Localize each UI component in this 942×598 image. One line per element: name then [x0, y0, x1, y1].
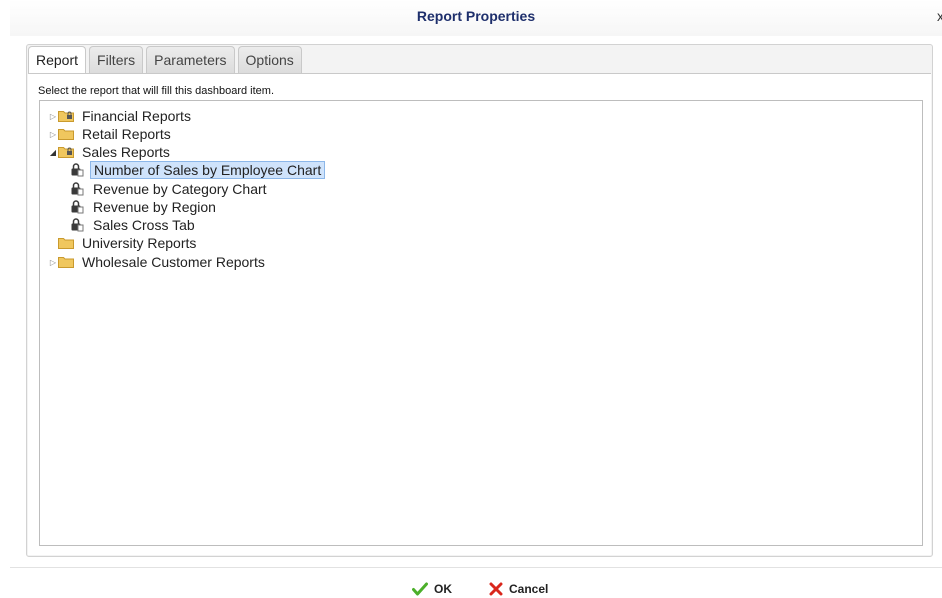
folder-icon: [58, 237, 74, 249]
locked-folder-icon: [58, 110, 74, 122]
tab-filters[interactable]: Filters: [89, 46, 144, 73]
report-properties-dialog: Report Properties x Report Filters Param…: [0, 0, 942, 598]
folder-icon: [58, 256, 74, 268]
tree-item-label: University Reports: [82, 235, 197, 251]
tree-report-revenue-by-category-chart[interactable]: Revenue by Category Chart: [70, 180, 270, 198]
tree-item-label: Revenue by Category Chart: [93, 181, 267, 197]
locked-folder-icon: [58, 146, 74, 158]
report-tree: ▷ Financial Reports ▷ Retail Reports ◢ S…: [39, 100, 923, 546]
collapse-arrow-icon[interactable]: ◢: [48, 148, 58, 157]
tree-item-label: Retail Reports: [82, 126, 171, 142]
cancel-button[interactable]: Cancel: [489, 582, 548, 596]
properties-panel: Report Filters Parameters Options Select…: [26, 44, 933, 557]
tree-folder-financial-reports[interactable]: ▷ Financial Reports: [48, 107, 194, 125]
close-icon[interactable]: x: [937, 8, 942, 24]
x-icon: [489, 582, 503, 596]
expand-arrow-icon[interactable]: ▷: [48, 258, 58, 267]
locked-report-icon: [70, 218, 84, 232]
folder-icon: [58, 128, 74, 140]
tree-folder-sales-reports[interactable]: ◢ Sales Reports: [48, 143, 173, 161]
tree-folder-retail-reports[interactable]: ▷ Retail Reports: [48, 125, 174, 143]
tree-item-label: Wholesale Customer Reports: [82, 254, 265, 270]
tree-report-revenue-by-region[interactable]: Revenue by Region: [70, 198, 219, 216]
tab-parameters[interactable]: Parameters: [146, 46, 235, 73]
tree-report-sales-cross-tab[interactable]: Sales Cross Tab: [70, 216, 198, 234]
instructions-text: Select the report that will fill this da…: [38, 85, 275, 97]
expand-arrow-icon[interactable]: ▷: [48, 112, 58, 121]
tree-folder-university-reports[interactable]: University Reports: [48, 234, 199, 252]
footer-divider: [10, 567, 942, 568]
locked-report-icon: [70, 200, 84, 214]
tree-folder-wholesale-customer-reports[interactable]: ▷ Wholesale Customer Reports: [48, 253, 268, 271]
tree-item-label: Sales Reports: [82, 144, 170, 160]
check-icon: [412, 582, 428, 596]
locked-report-icon: [70, 182, 84, 196]
dialog-titlebar: Report Properties x: [10, 0, 942, 36]
locked-report-icon: [70, 163, 84, 177]
report-tab-content: Select the report that will fill this da…: [28, 73, 931, 555]
tree-item-label: Revenue by Region: [93, 199, 216, 215]
tree-item-label: Sales Cross Tab: [93, 217, 195, 233]
expand-arrow-icon[interactable]: ▷: [48, 130, 58, 139]
dialog-title: Report Properties: [416, 8, 536, 24]
tab-options[interactable]: Options: [237, 46, 302, 73]
cancel-button-label: Cancel: [509, 582, 549, 596]
tab-bar: Report Filters Parameters Options: [28, 46, 305, 75]
ok-button-label: OK: [434, 582, 452, 596]
tree-report-number-of-sales-by-employee-chart[interactable]: Number of Sales by Employee Chart: [70, 161, 326, 179]
tree-item-label: Financial Reports: [82, 108, 191, 124]
tree-item-label: Number of Sales by Employee Chart: [90, 161, 326, 179]
tab-report[interactable]: Report: [28, 46, 87, 75]
ok-button[interactable]: OK: [412, 582, 452, 596]
